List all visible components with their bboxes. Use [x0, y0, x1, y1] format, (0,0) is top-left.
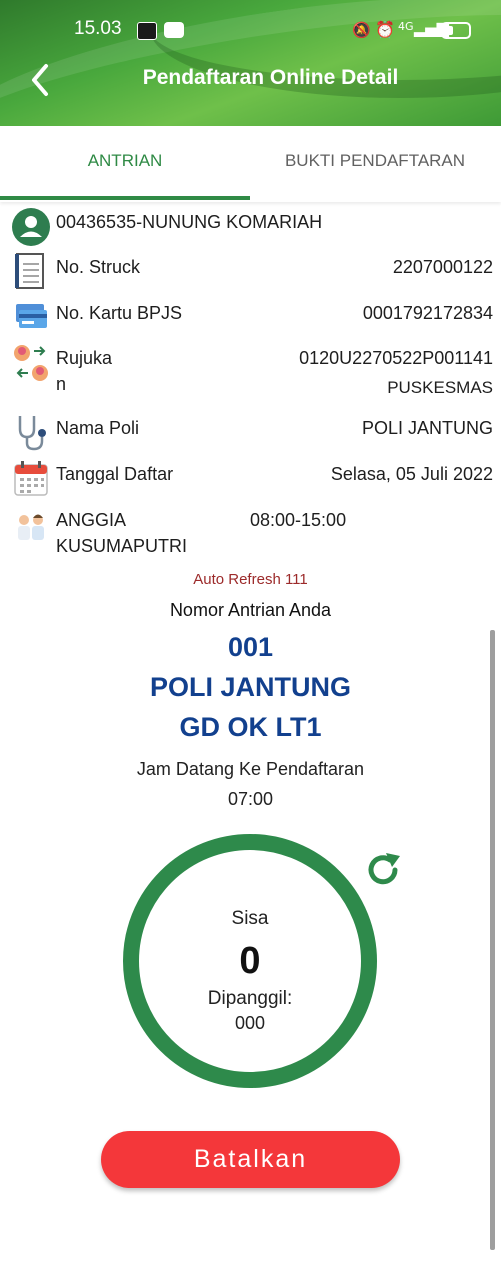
card-icon	[16, 304, 47, 328]
receipt-icon	[15, 253, 44, 289]
refresh-button[interactable]	[364, 850, 404, 890]
status-time: 15.03	[74, 18, 122, 39]
cancel-button[interactable]: Batalkan	[101, 1131, 400, 1188]
bpjs-value: 0001792172834	[362, 303, 493, 323]
tanggal-row: Tanggal Daftar Selasa, 05 Juli 2022	[0, 459, 501, 499]
rujukan-row: Rujuka n 0120U2270522P001141 PUSKESMAS	[0, 343, 501, 403]
tanggal-value: Selasa, 05 Juli 2022	[330, 464, 493, 484]
dokter-jam: 08:00-15:00	[250, 510, 347, 530]
doctor-icon	[18, 514, 44, 540]
refresh-icon	[368, 853, 400, 885]
jam-datang-value: 07:00	[227, 789, 274, 809]
mute-icon: 🔕	[352, 21, 371, 39]
struck-label: No. Struck	[56, 257, 141, 277]
bpjs-label: No. Kartu BPJS	[56, 303, 183, 323]
rujukan-label-1: Rujuka	[56, 348, 113, 368]
active-tab-indicator	[0, 196, 250, 200]
alarm-icon: ⏰	[375, 20, 395, 39]
youtube-icon	[164, 22, 184, 38]
scrollbar[interactable]	[490, 630, 495, 1250]
dipanggil-value: 000	[234, 1013, 266, 1033]
rujukan-source: PUSKESMAS	[387, 378, 493, 397]
tab-antrian[interactable]: ANTRIAN	[0, 126, 250, 202]
bpjs-row: No. Kartu BPJS 0001792172834	[0, 298, 501, 338]
queue-poli: POLI JANTUNG	[149, 672, 351, 702]
struck-value: 2207000122	[392, 257, 493, 277]
stethoscope-icon	[18, 416, 46, 451]
dipanggil-label: Dipanggil:	[207, 988, 293, 1009]
referral-icon	[14, 345, 48, 381]
dokter-name-1: ANGGIA	[56, 510, 127, 530]
tab-bar: ANTRIAN BUKTI PENDAFTARAN	[0, 126, 501, 202]
user-avatar-icon	[12, 208, 50, 246]
page-title: Pendaftaran Online Detail	[142, 66, 399, 89]
patient-row: 00436535-NUNUNG KOMARIAH	[0, 208, 501, 248]
app-header: 15.03 🔕 ⏰ 4G ▂▄▆ Pendaftaran Online Deta…	[0, 0, 501, 126]
struck-row: No. Struck 2207000122	[0, 252, 501, 292]
jam-datang-label: Jam Datang Ke Pendaftaran	[136, 759, 365, 779]
queue-number: 001	[227, 632, 274, 662]
status-bar: 15.03 🔕 ⏰ 4G ▂▄▆	[0, 0, 501, 52]
auto-refresh-label: Auto Refresh 111	[193, 571, 308, 588]
rujukan-number: 0120U2270522P001141	[299, 348, 493, 368]
calendar-icon	[14, 461, 48, 496]
poli-label: Nama Poli	[56, 418, 140, 438]
network-label: 4G	[398, 20, 414, 33]
battery-icon	[441, 22, 471, 39]
queue-gedung: GD OK LT1	[179, 712, 322, 742]
nomor-antrian-label: Nomor Antrian Anda	[169, 600, 332, 620]
poli-row: Nama Poli POLI JANTUNG	[0, 413, 501, 453]
app-notification-icon	[137, 22, 157, 40]
poli-value: POLI JANTUNG	[361, 418, 493, 438]
tanggal-label: Tanggal Daftar	[56, 464, 174, 484]
sisa-label: Sisa	[231, 908, 269, 929]
rujukan-label-2: n	[56, 374, 67, 394]
patient-name: 00436535-NUNUNG KOMARIAH	[56, 212, 323, 232]
sisa-value: 0	[239, 940, 261, 982]
tab-bukti-pendaftaran[interactable]: BUKTI PENDAFTARAN	[250, 126, 500, 202]
dokter-row: ANGGIA KUSUMAPUTRI 08:00-15:00	[0, 506, 501, 558]
dokter-name-2: KUSUMAPUTRI	[56, 536, 188, 556]
